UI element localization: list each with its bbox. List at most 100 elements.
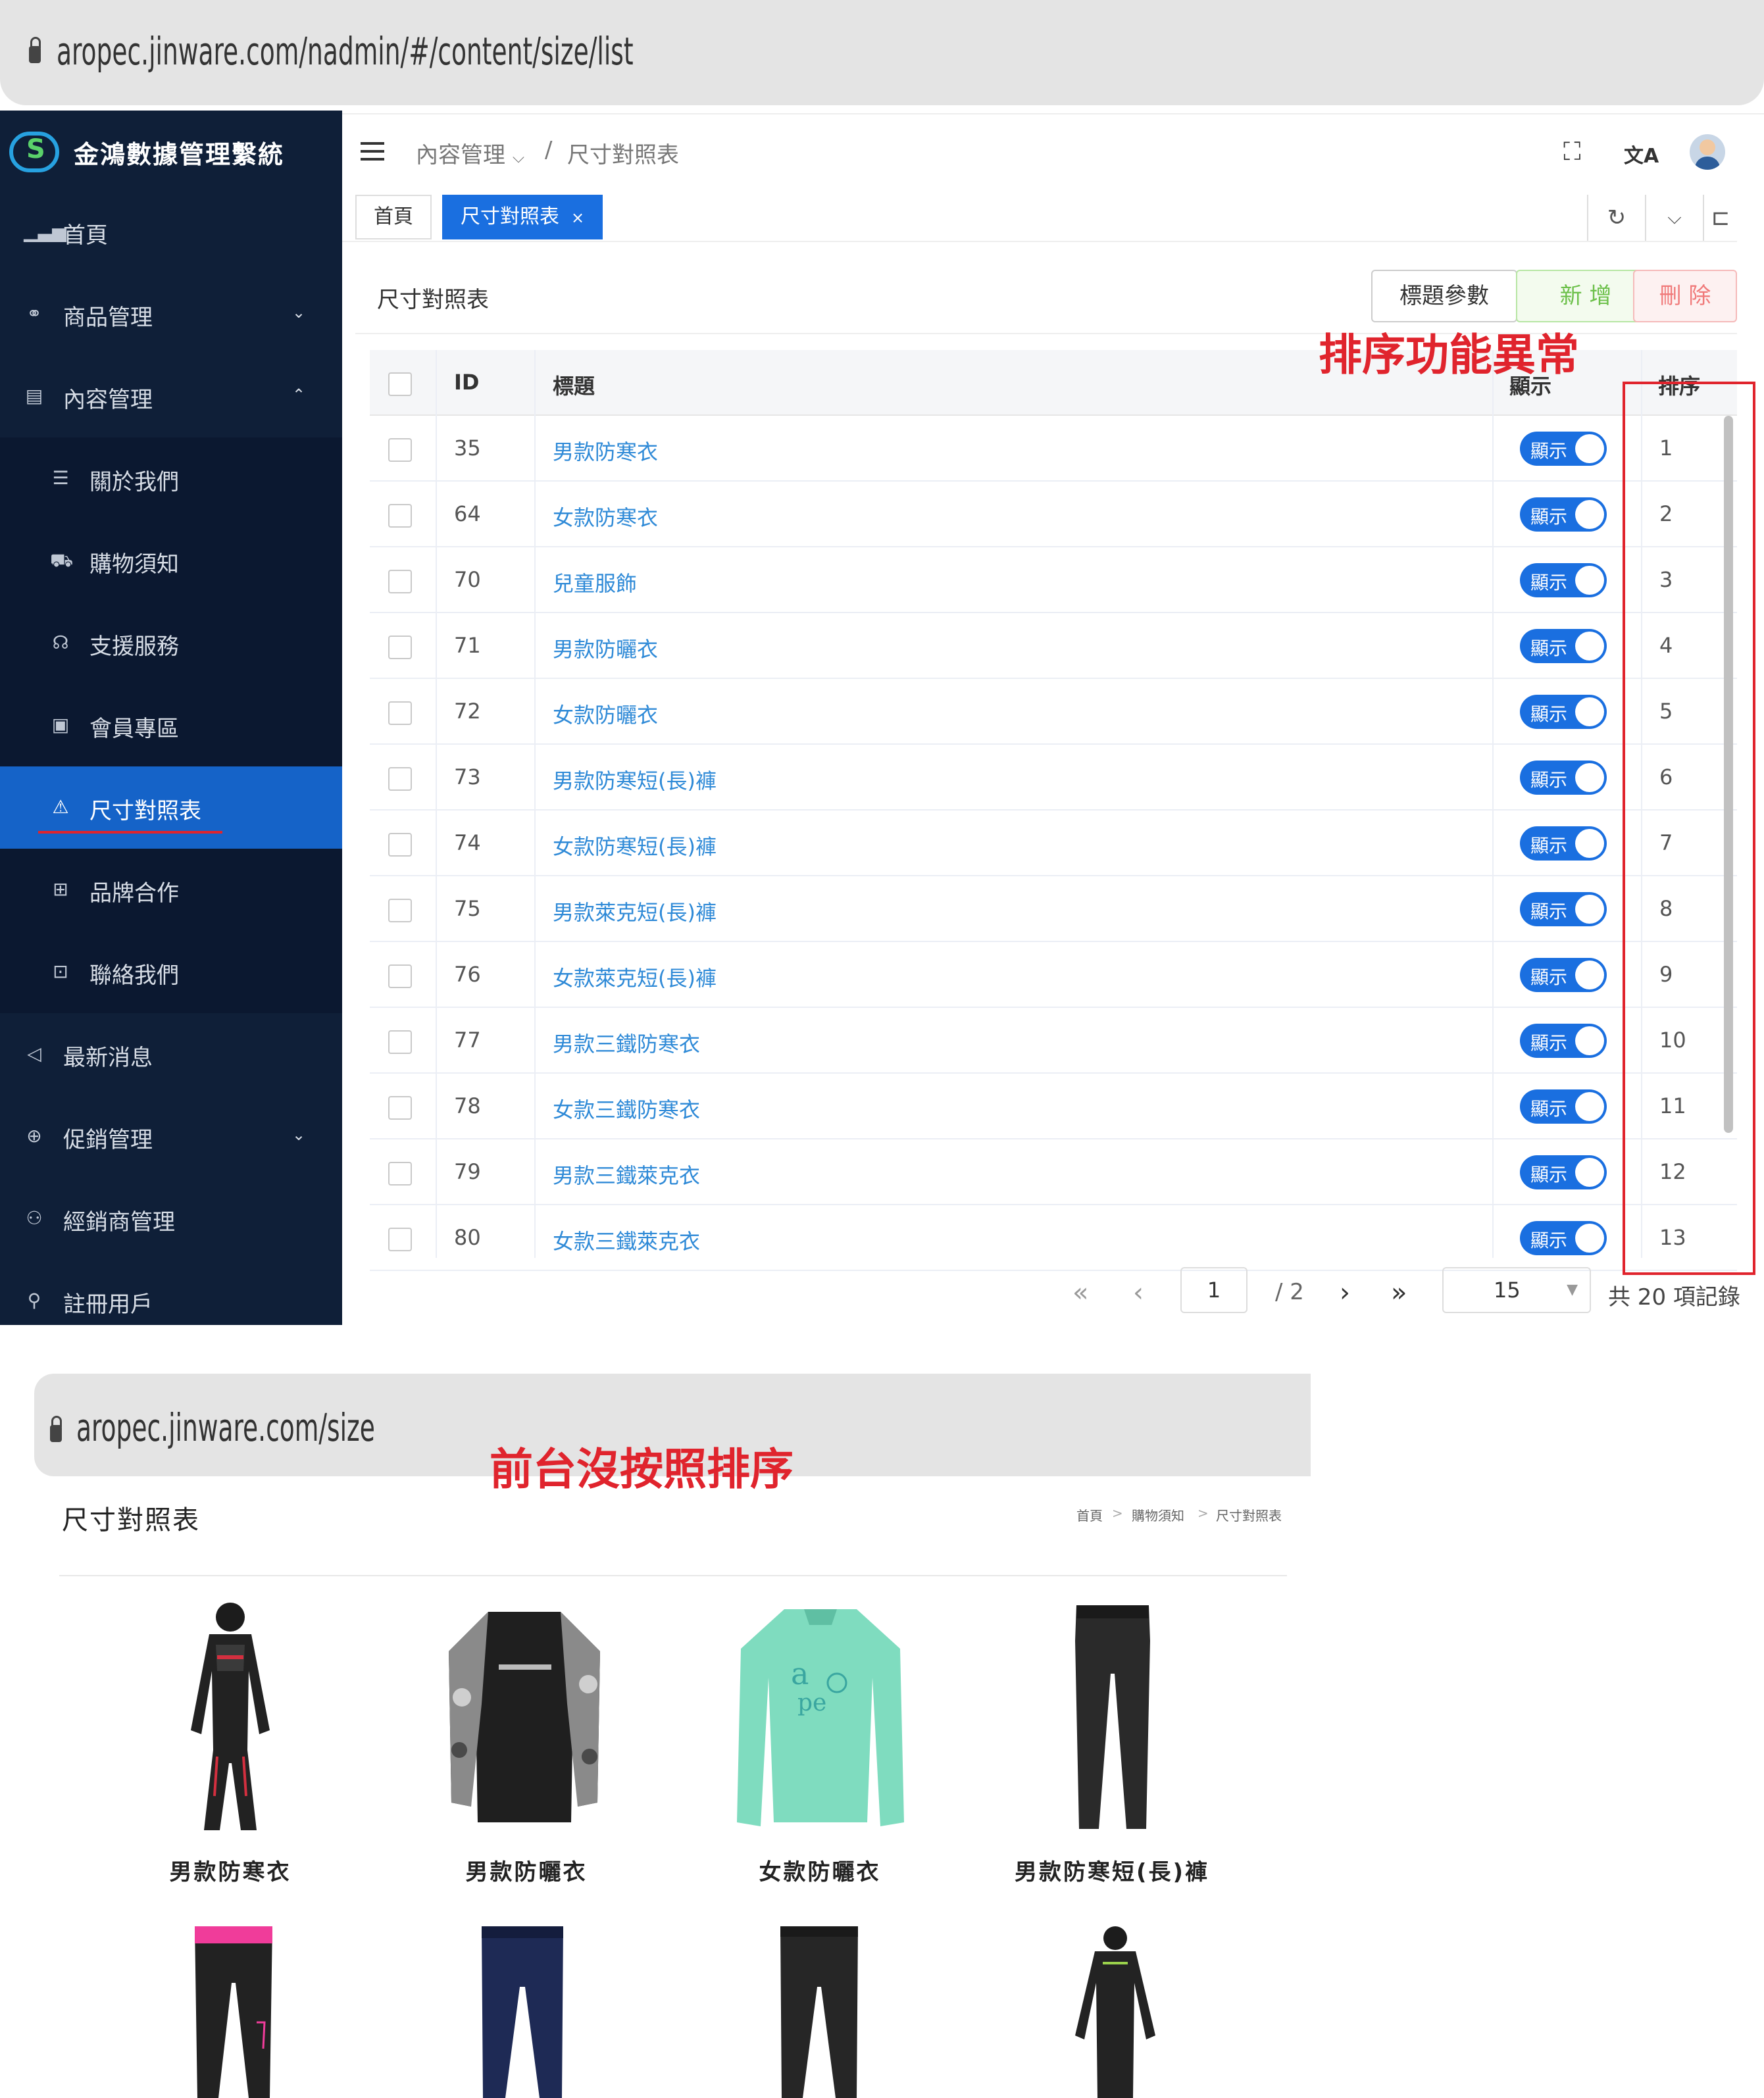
admin-url[interactable]: aropec.jinware.com/nadmin/#/content/size… [57, 29, 634, 74]
breadcrumb-parent[interactable]: 內容管理 ⌵ [416, 137, 524, 169]
row-checkbox[interactable] [388, 438, 412, 462]
row-title-link[interactable]: 女款萊克短(長)褲 [553, 962, 717, 992]
row-title-link[interactable]: 女款防曬衣 [553, 699, 658, 729]
front-page-title: 尺寸對照表 [62, 1505, 200, 1536]
translate-icon[interactable]: 文A [1624, 139, 1659, 168]
show-toggle[interactable]: 顯示 [1520, 892, 1607, 926]
tab-size-chart[interactable]: 尺寸對照表 × [442, 195, 603, 239]
sidebar-item-size-chart[interactable]: ⚠ 尺寸對照表 [0, 766, 342, 849]
row-title-link[interactable]: 男款三鐵防寒衣 [553, 1028, 700, 1058]
tab-home[interactable]: 首頁 [355, 195, 432, 239]
row-checkbox[interactable] [388, 833, 412, 857]
next-page-icon[interactable]: › [1340, 1278, 1350, 1308]
select-all-checkbox[interactable] [388, 372, 412, 396]
show-toggle[interactable]: 顯示 [1520, 432, 1607, 466]
close-icon[interactable]: × [571, 209, 584, 227]
title-params-button[interactable]: 標題參數 [1371, 270, 1517, 322]
sidebar-item-member[interactable]: ▣ 會員專區 [0, 684, 342, 766]
toggle-knob [1575, 895, 1604, 924]
row-checkbox[interactable] [388, 701, 412, 725]
page-number-input[interactable]: 1 [1180, 1267, 1247, 1313]
row-title-link[interactable]: 女款防寒衣 [553, 501, 658, 532]
sidebar-item-about[interactable]: ☰ 關於我們 [0, 437, 342, 520]
avatar[interactable] [1690, 134, 1725, 170]
show-toggle[interactable]: 顯示 [1520, 1024, 1607, 1058]
row-checkbox[interactable] [388, 1030, 412, 1054]
product-image-mens-rashguard[interactable] [442, 1605, 607, 1829]
refresh-icon[interactable]: ↻ [1587, 195, 1645, 241]
row-title-link[interactable]: 女款防寒短(長)褲 [553, 830, 717, 861]
row-title-link[interactable]: 男款防曬衣 [553, 633, 658, 663]
delete-button[interactable]: 刪 除 [1633, 270, 1737, 322]
sidebar-item-brand[interactable]: ⊞ 品牌合作 [0, 849, 342, 931]
sidebar-item-users[interactable]: ⚲ 註冊用戶 [0, 1260, 342, 1342]
row-title-link[interactable]: 男款防寒衣 [553, 436, 658, 466]
product-name[interactable]: 男款防寒短(長)褲 [1007, 1854, 1217, 1886]
show-toggle[interactable]: 顯示 [1520, 1221, 1607, 1255]
sidebar-item-products[interactable]: ⚭ 商品管理 ⌄ [0, 273, 342, 355]
row-title-link[interactable]: 男款萊克短(長)褲 [553, 896, 717, 926]
fullscreen-icon[interactable]: ⛶ [1563, 137, 1581, 166]
row-title-link[interactable]: 女款三鐵防寒衣 [553, 1093, 700, 1124]
front-breadcrumb-home[interactable]: 首頁 [1076, 1505, 1103, 1524]
prev-page-icon[interactable]: ‹ [1133, 1278, 1144, 1308]
header-title[interactable]: 標題 [553, 370, 595, 400]
breadcrumb-separator: / [545, 137, 553, 163]
tabs-dropdown-icon[interactable]: ⌵ [1645, 195, 1703, 241]
show-toggle[interactable]: 顯示 [1520, 826, 1607, 861]
product-image-mens-pants[interactable] [1063, 1601, 1162, 1832]
show-toggle[interactable]: 顯示 [1520, 497, 1607, 532]
product-name[interactable]: 男款防曬衣 [447, 1854, 605, 1886]
show-toggle[interactable]: 顯示 [1520, 1155, 1607, 1189]
row-title-link[interactable]: 兒童服飾 [553, 567, 637, 597]
row-checkbox[interactable] [388, 1096, 412, 1120]
breadcrumb-parent-label[interactable]: 內容管理 [416, 142, 505, 168]
front-url[interactable]: aropec.jinware.com/size [76, 1405, 375, 1450]
product-image-black-pants[interactable] [776, 1924, 862, 2098]
sidebar-item-home[interactable]: ▁▃▅ 首頁 [0, 191, 342, 273]
row-checkbox[interactable] [388, 570, 412, 593]
tab-size-chart-label[interactable]: 尺寸對照表 [461, 205, 559, 228]
row-checkbox[interactable] [388, 504, 412, 528]
show-toggle[interactable]: 顯示 [1520, 1089, 1607, 1124]
header-id[interactable]: ID [454, 370, 479, 395]
front-breadcrumb-parent[interactable]: 購物須知 [1132, 1505, 1184, 1524]
sidebar-item-promotion[interactable]: ⊕ 促銷管理 ⌄ [0, 1095, 342, 1178]
last-page-icon[interactable]: » [1391, 1278, 1407, 1308]
show-toggle[interactable]: 顯示 [1520, 563, 1607, 597]
sidebar-item-label: 關於我們 [89, 469, 179, 495]
show-toggle[interactable]: 顯示 [1520, 958, 1607, 992]
menu-fold-icon[interactable] [361, 142, 384, 162]
row-checkbox[interactable] [388, 636, 412, 659]
product-name[interactable]: 女款防曬衣 [741, 1854, 899, 1886]
row-title-link[interactable]: 女款三鐵萊克衣 [553, 1225, 700, 1255]
row-checkbox[interactable] [388, 1228, 412, 1251]
row-checkbox[interactable] [388, 1162, 412, 1186]
show-toggle[interactable]: 顯示 [1520, 761, 1607, 795]
row-title-link[interactable]: 男款防寒短(長)褲 [553, 764, 717, 795]
row-checkbox[interactable] [388, 964, 412, 988]
product-name[interactable]: 男款防寒衣 [151, 1854, 309, 1886]
sidebar-item-dealer[interactable]: ⚇ 經銷商管理 [0, 1178, 342, 1260]
sidebar-item-news[interactable]: ◁ 最新消息 [0, 1013, 342, 1095]
row-checkbox[interactable] [388, 767, 412, 791]
brand-logo-icon [9, 132, 59, 172]
row-checkbox[interactable] [388, 899, 412, 922]
product-image-mens-wetsuit[interactable] [178, 1599, 283, 1836]
row-title-link[interactable]: 男款三鐵萊克衣 [553, 1159, 700, 1189]
sidebar-item-shopping-guide[interactable]: ⛟ 購物須知 [0, 520, 342, 602]
product-image-womens-rashguard[interactable]: a pe [732, 1605, 909, 1829]
show-toggle[interactable]: 顯示 [1520, 629, 1607, 663]
product-image-womens-pink-pants[interactable] [191, 1924, 276, 2098]
first-page-icon[interactable]: « [1072, 1278, 1088, 1308]
sidebar-item-contact[interactable]: ⊡ 聯絡我們 [0, 931, 342, 1013]
page-size-select[interactable]: 15 ▼ [1442, 1267, 1591, 1313]
product-image-triathlon-wetsuit[interactable] [1066, 1924, 1165, 2098]
show-toggle[interactable]: 顯示 [1520, 695, 1607, 729]
row-id: 78 [454, 1093, 481, 1118]
layout-icon[interactable]: ⊏ [1703, 195, 1737, 241]
sidebar-item-support[interactable]: ☊ 支援服務 [0, 602, 342, 684]
sidebar-item-content[interactable]: ▤ 內容管理 ⌃ [0, 355, 342, 437]
product-image-navy-pants[interactable] [476, 1924, 568, 2098]
toggle-label: 顯示 [1530, 1230, 1568, 1251]
